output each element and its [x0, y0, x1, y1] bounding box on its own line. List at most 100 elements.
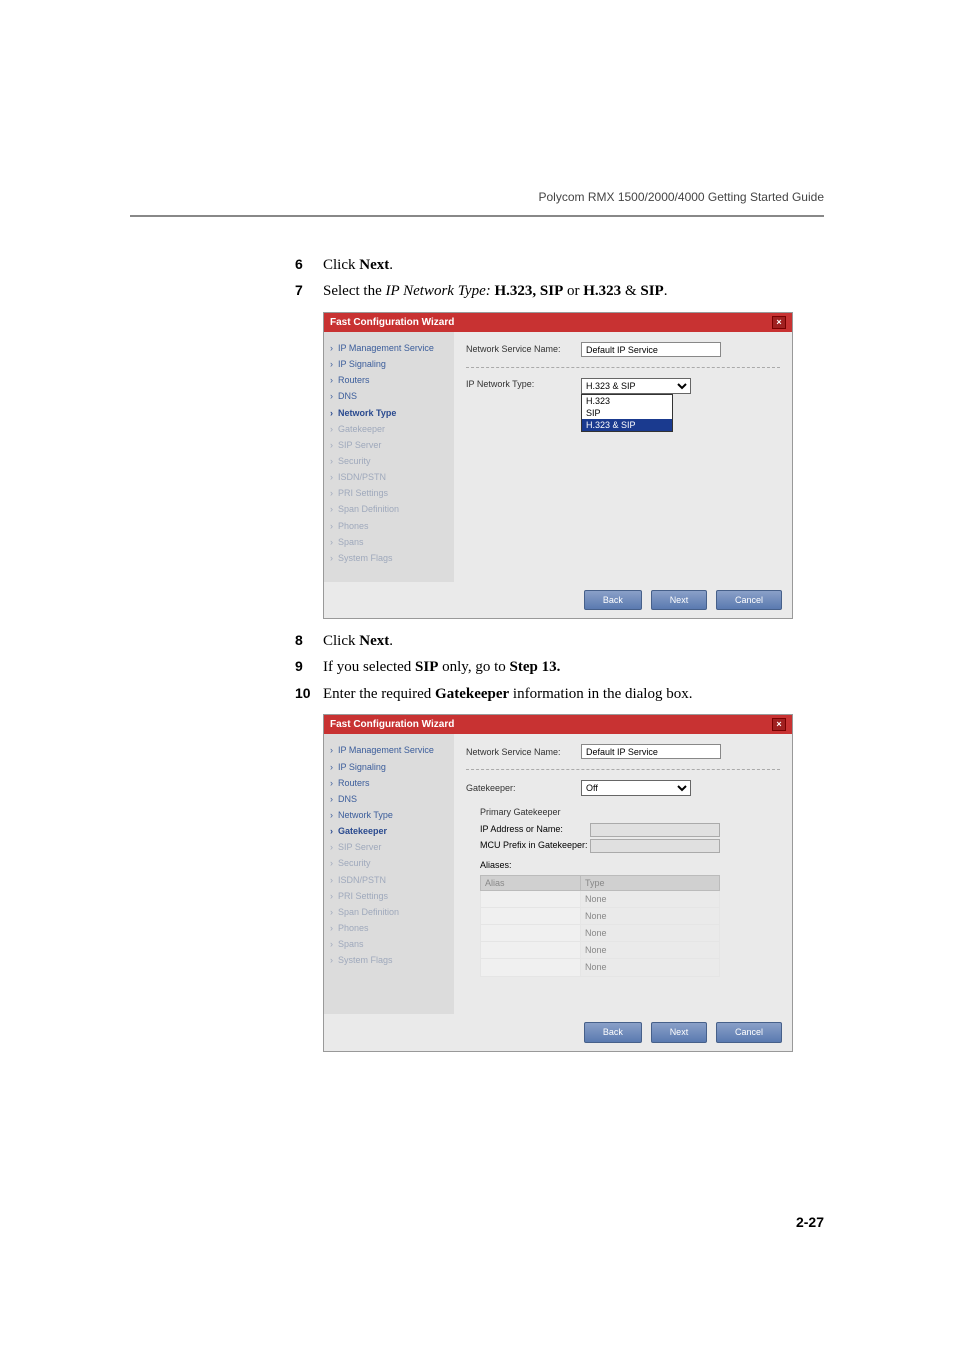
step-9: 9 If you selected SIP only, go to Step 1… — [295, 657, 860, 677]
sidebar-item[interactable]: Network Type — [330, 807, 448, 823]
step-8: 8 Click Next. — [295, 631, 860, 651]
next-button[interactable]: Next — [651, 590, 708, 610]
col-type: Type — [581, 876, 609, 890]
field-label: Network Service Name: — [466, 343, 581, 355]
text: Click — [323, 257, 359, 273]
wizard-main: Network Service Name: Gatekeeper: Off Pr… — [454, 734, 792, 1014]
field-row: IP Address or Name: — [480, 823, 780, 837]
sidebar-item: System Flags — [330, 952, 448, 968]
sidebar-item[interactable]: Routers — [330, 372, 448, 388]
gatekeeper-dropdown[interactable]: Off — [581, 780, 691, 796]
wizard-sidebar: IP Management Service IP Signaling Route… — [324, 734, 454, 1014]
text: Select the — [323, 283, 385, 299]
alias-row: None — [480, 925, 720, 942]
network-service-name-input[interactable] — [581, 744, 721, 759]
alias-cell[interactable] — [481, 891, 581, 907]
back-button[interactable]: Back — [584, 590, 642, 610]
alias-row: None — [480, 891, 720, 908]
text: Click — [323, 633, 359, 649]
text: only, go to — [438, 659, 509, 675]
header-divider — [130, 215, 824, 217]
divider — [466, 367, 780, 368]
step-text: If you selected SIP only, go to Step 13. — [323, 657, 860, 677]
sidebar-item-current[interactable]: Network Type — [330, 405, 448, 421]
text-bold: Gatekeeper — [435, 686, 509, 702]
alias-cell[interactable] — [481, 908, 581, 924]
wizard-main: Network Service Name: IP Network Type: H… — [454, 332, 792, 582]
text-bold: SIP — [415, 659, 438, 675]
sidebar-item: Phones — [330, 518, 448, 534]
alias-cell[interactable] — [481, 959, 581, 975]
field-row: Network Service Name: — [466, 342, 780, 357]
step-num: 8 — [295, 631, 323, 651]
wizard-dialog-network-type: Fast Configuration Wizard × IP Managemen… — [323, 312, 793, 620]
cancel-button[interactable]: Cancel — [716, 590, 782, 610]
text: information in the dialog box. — [509, 686, 692, 702]
dropdown-option[interactable]: SIP — [582, 407, 672, 419]
step-text: Select the IP Network Type: H.323, SIP o… — [323, 281, 860, 301]
alias-row: None — [480, 959, 720, 976]
dropdown-option-highlight[interactable]: H.323 & SIP — [582, 419, 672, 431]
dialog-title: Fast Configuration Wizard — [330, 718, 454, 732]
text: If you selected — [323, 659, 415, 675]
dialog-titlebar: Fast Configuration Wizard × — [324, 715, 792, 735]
sidebar-item: Spans — [330, 534, 448, 550]
dropdown-select[interactable]: H.323 & SIP — [581, 378, 691, 394]
network-service-name-input[interactable] — [581, 342, 721, 357]
field-label: MCU Prefix in Gatekeeper: — [480, 839, 590, 851]
body-content: 6 Click Next. 7 Select the IP Network Ty… — [295, 255, 860, 1064]
text-bold: H.323, SIP — [495, 283, 564, 299]
text-bold: SIP — [640, 283, 663, 299]
close-icon[interactable]: × — [772, 718, 786, 732]
field-label: IP Network Type: — [466, 378, 581, 390]
close-icon[interactable]: × — [772, 316, 786, 330]
type-cell: None — [581, 925, 611, 941]
step-7: 7 Select the IP Network Type: H.323, SIP… — [295, 281, 860, 301]
back-button[interactable]: Back — [584, 1022, 642, 1042]
sidebar-item[interactable]: DNS — [330, 388, 448, 404]
mcu-prefix-input[interactable] — [590, 839, 720, 853]
ip-network-type-dropdown[interactable]: H.323 & SIP H.323 SIP H.323 & SIP — [581, 378, 691, 394]
text-bold: Next — [359, 257, 389, 273]
sidebar-item[interactable]: IP Management Service — [330, 340, 448, 356]
dialog-footer: Back Next Cancel — [324, 582, 792, 618]
aliases-label: Aliases: — [480, 859, 780, 871]
type-cell: None — [581, 891, 611, 907]
sidebar-item: Phones — [330, 920, 448, 936]
type-cell: None — [581, 959, 611, 975]
sidebar-item: Gatekeeper — [330, 421, 448, 437]
text: Enter the required — [323, 686, 435, 702]
sidebar-item: Span Definition — [330, 501, 448, 517]
dropdown-option[interactable]: H.323 — [582, 395, 672, 407]
sidebar-item[interactable]: DNS — [330, 791, 448, 807]
step-num: 6 — [295, 255, 323, 275]
dropdown-list: H.323 SIP H.323 & SIP — [581, 394, 673, 432]
next-button[interactable]: Next — [651, 1022, 708, 1042]
sidebar-item-current[interactable]: Gatekeeper — [330, 823, 448, 839]
step-text: Enter the required Gatekeeper informatio… — [323, 684, 860, 704]
sidebar-item[interactable]: IP Management Service — [330, 742, 448, 758]
field-row: Gatekeeper: Off — [466, 780, 780, 796]
sidebar-item[interactable]: IP Signaling — [330, 759, 448, 775]
step-num: 10 — [295, 684, 323, 704]
cancel-button[interactable]: Cancel — [716, 1022, 782, 1042]
sidebar-item: ISDN/PSTN — [330, 469, 448, 485]
type-cell: None — [581, 942, 611, 958]
field-label: Network Service Name: — [466, 746, 581, 758]
sidebar-item: PRI Settings — [330, 485, 448, 501]
ip-address-input[interactable] — [590, 823, 720, 837]
dialog-title: Fast Configuration Wizard — [330, 316, 454, 330]
alias-row: None — [480, 942, 720, 959]
dialog-titlebar: Fast Configuration Wizard × — [324, 313, 792, 333]
alias-cell[interactable] — [481, 942, 581, 958]
text: . — [389, 257, 393, 273]
sidebar-item[interactable]: IP Signaling — [330, 356, 448, 372]
text: & — [621, 283, 640, 299]
alias-cell[interactable] — [481, 925, 581, 941]
alias-row: None — [480, 908, 720, 925]
sidebar-item[interactable]: Routers — [330, 775, 448, 791]
text-bold: Next — [359, 633, 389, 649]
divider — [466, 769, 780, 770]
sidebar-item: Security — [330, 453, 448, 469]
sidebar-item: SIP Server — [330, 437, 448, 453]
